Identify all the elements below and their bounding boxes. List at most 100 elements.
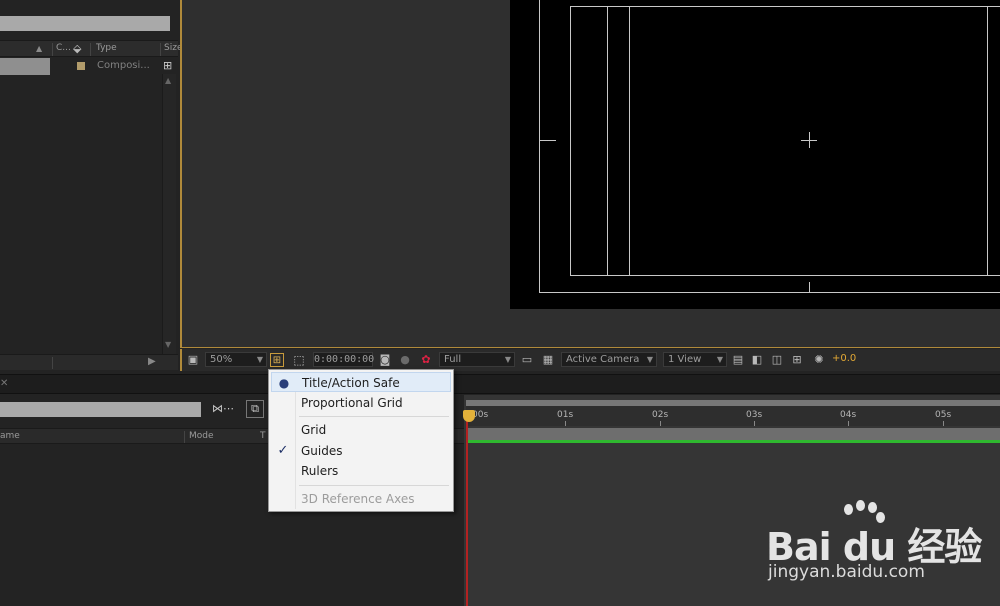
mask-visibility-icon[interactable]: ⬚ bbox=[292, 353, 306, 367]
exposure-reset-icon[interactable]: ✺ bbox=[812, 353, 826, 367]
ruler-label: 03s bbox=[746, 410, 763, 420]
sort-arrow-icon[interactable]: ▲ bbox=[36, 44, 42, 53]
resolution-dropdown[interactable]: Full ▼ bbox=[439, 352, 515, 367]
project-item-name[interactable] bbox=[0, 58, 50, 75]
menu-item-proportional-grid[interactable]: Proportional Grid bbox=[271, 393, 451, 413]
grid-guide-options-menu: ● Title/Action Safe Proportional Grid Gr… bbox=[268, 369, 454, 512]
menu-separator bbox=[299, 485, 449, 486]
camera-view-value: Active Camera bbox=[566, 354, 640, 365]
column-layer-name[interactable]: ame bbox=[0, 431, 20, 441]
menu-item-label: 3D Reference Axes bbox=[301, 492, 415, 506]
current-time-indicator-handle[interactable] bbox=[463, 410, 475, 422]
comp-duration-bar[interactable] bbox=[466, 428, 1000, 440]
column-label[interactable]: C... bbox=[56, 43, 71, 53]
ruler-label: 02s bbox=[652, 410, 669, 420]
draft-3d-icon[interactable]: ⧉ bbox=[246, 400, 264, 418]
ruler-tick bbox=[848, 421, 849, 426]
timeline-search-input[interactable] bbox=[0, 402, 201, 417]
time-ruler[interactable]: 00s 01s 02s 03s 04s 05s bbox=[466, 406, 1000, 426]
show-snapshot-icon[interactable]: ● bbox=[398, 353, 412, 367]
always-preview-icon[interactable]: ▣ bbox=[186, 353, 200, 367]
menu-item-3d-reference-axes[interactable]: 3D Reference Axes bbox=[271, 489, 451, 509]
project-search-input[interactable] bbox=[0, 16, 170, 31]
guide-line[interactable] bbox=[607, 6, 608, 275]
column-trkmat[interactable]: T bbox=[260, 431, 266, 441]
magnification-value: 50% bbox=[210, 354, 233, 365]
camera-view-dropdown[interactable]: Active Camera ▼ bbox=[561, 352, 657, 367]
project-column-header: ▲ C... ⬙ Type Size bbox=[0, 40, 182, 57]
column-divider bbox=[160, 43, 161, 56]
label-color-swatch[interactable] bbox=[77, 62, 85, 70]
title-safe-top bbox=[570, 6, 1000, 7]
footer-divider bbox=[52, 357, 53, 369]
scroll-down-icon[interactable]: ▼ bbox=[165, 340, 171, 349]
menu-item-grid[interactable]: Grid bbox=[271, 420, 451, 440]
column-divider bbox=[52, 43, 53, 56]
column-divider bbox=[90, 43, 91, 56]
menu-item-title-action-safe[interactable]: ● Title/Action Safe bbox=[271, 372, 451, 392]
close-tab-icon[interactable]: ✕ bbox=[0, 378, 8, 389]
flowchart-icon[interactable]: ⊞ bbox=[163, 59, 172, 72]
checkmark-icon: ✓ bbox=[277, 443, 289, 458]
paw-toe bbox=[868, 502, 877, 513]
timeline-icon[interactable]: ◫ bbox=[770, 353, 784, 367]
chevron-down-icon: ▼ bbox=[256, 355, 263, 364]
composition-canvas[interactable] bbox=[510, 0, 1000, 309]
current-time-indicator-line[interactable] bbox=[466, 420, 468, 606]
project-item-type: Composi... bbox=[97, 60, 150, 71]
ruler-tick bbox=[754, 421, 755, 426]
paw-toe bbox=[844, 504, 853, 515]
center-mark-left bbox=[540, 140, 556, 141]
snapshot-camera-icon[interactable]: ◙ bbox=[378, 353, 392, 367]
guide-line[interactable] bbox=[629, 6, 630, 275]
ruler-tick bbox=[565, 421, 566, 426]
menu-item-label: Rulers bbox=[301, 464, 339, 478]
column-type[interactable]: Type bbox=[96, 43, 117, 53]
scroll-up-icon[interactable]: ▲ bbox=[165, 76, 171, 85]
ruler-tick bbox=[660, 421, 661, 426]
title-safe-left bbox=[570, 6, 571, 275]
view-layout-value: 1 View bbox=[668, 354, 702, 365]
magnification-dropdown[interactable]: 50% ▼ bbox=[205, 352, 267, 367]
center-mark-bottom bbox=[809, 282, 810, 292]
project-scrollbar[interactable]: ▲ ▼ bbox=[162, 74, 176, 354]
current-time-display[interactable]: 0:00:00:00 bbox=[313, 352, 374, 367]
column-divider bbox=[184, 431, 185, 443]
view-layout-dropdown[interactable]: 1 View ▼ bbox=[663, 352, 727, 367]
toggle-pixel-aspect-icon[interactable]: ◧ bbox=[750, 353, 764, 367]
menu-item-label: Grid bbox=[301, 423, 327, 437]
ruler-label: 01s bbox=[557, 410, 574, 420]
title-safe-bottom bbox=[570, 275, 1000, 276]
region-of-interest-icon[interactable]: ▭ bbox=[520, 353, 534, 367]
timeline-tab-bar: ✕ bbox=[0, 374, 1000, 394]
exposure-value[interactable]: +0.0 bbox=[832, 353, 856, 364]
flowchart-icon[interactable]: ⊞ bbox=[790, 353, 804, 367]
menu-item-label: Title/Action Safe bbox=[302, 376, 400, 390]
viewer-toolbar: ▣ 50% ▼ ⊞ ⬚ 0:00:00:00 ◙ ● ✿ Full ▼ ▭ ▦ … bbox=[180, 349, 1000, 371]
transparency-grid-icon[interactable]: ▦ bbox=[541, 353, 555, 367]
center-cross-v bbox=[809, 132, 810, 148]
scroll-right-icon[interactable]: ▶ bbox=[148, 356, 156, 367]
action-safe-bottom bbox=[539, 292, 1000, 293]
fast-previews-icon[interactable]: ▤ bbox=[731, 353, 745, 367]
comp-mini-flowchart-icon[interactable]: ⋈⋯ bbox=[212, 402, 234, 415]
ruler-label: 04s bbox=[840, 410, 857, 420]
baidu-watermark: Bai du 经验 jingyan.baidu.com bbox=[766, 500, 996, 600]
project-item-row[interactable]: Composi... bbox=[0, 58, 162, 75]
action-safe-left bbox=[539, 0, 540, 292]
menu-separator bbox=[299, 416, 449, 417]
chevron-down-icon: ▼ bbox=[646, 355, 653, 364]
column-mode[interactable]: Mode bbox=[189, 431, 214, 441]
menu-item-label: Proportional Grid bbox=[301, 396, 403, 410]
watermark-url: jingyan.baidu.com bbox=[768, 562, 925, 582]
menu-item-guides[interactable]: ✓ Guides bbox=[271, 441, 451, 461]
ruler-label: 05s bbox=[935, 410, 952, 420]
menu-item-label: Guides bbox=[301, 444, 343, 458]
tag-icon[interactable]: ⬙ bbox=[73, 42, 81, 55]
channel-rgb-icon[interactable]: ✿ bbox=[419, 353, 433, 367]
title-safe-right bbox=[987, 6, 988, 276]
chevron-down-icon: ▼ bbox=[716, 355, 723, 364]
menu-item-rulers[interactable]: Rulers bbox=[271, 461, 451, 481]
radio-dot-icon: ● bbox=[278, 376, 290, 390]
grid-guide-options-icon[interactable]: ⊞ bbox=[270, 353, 284, 367]
